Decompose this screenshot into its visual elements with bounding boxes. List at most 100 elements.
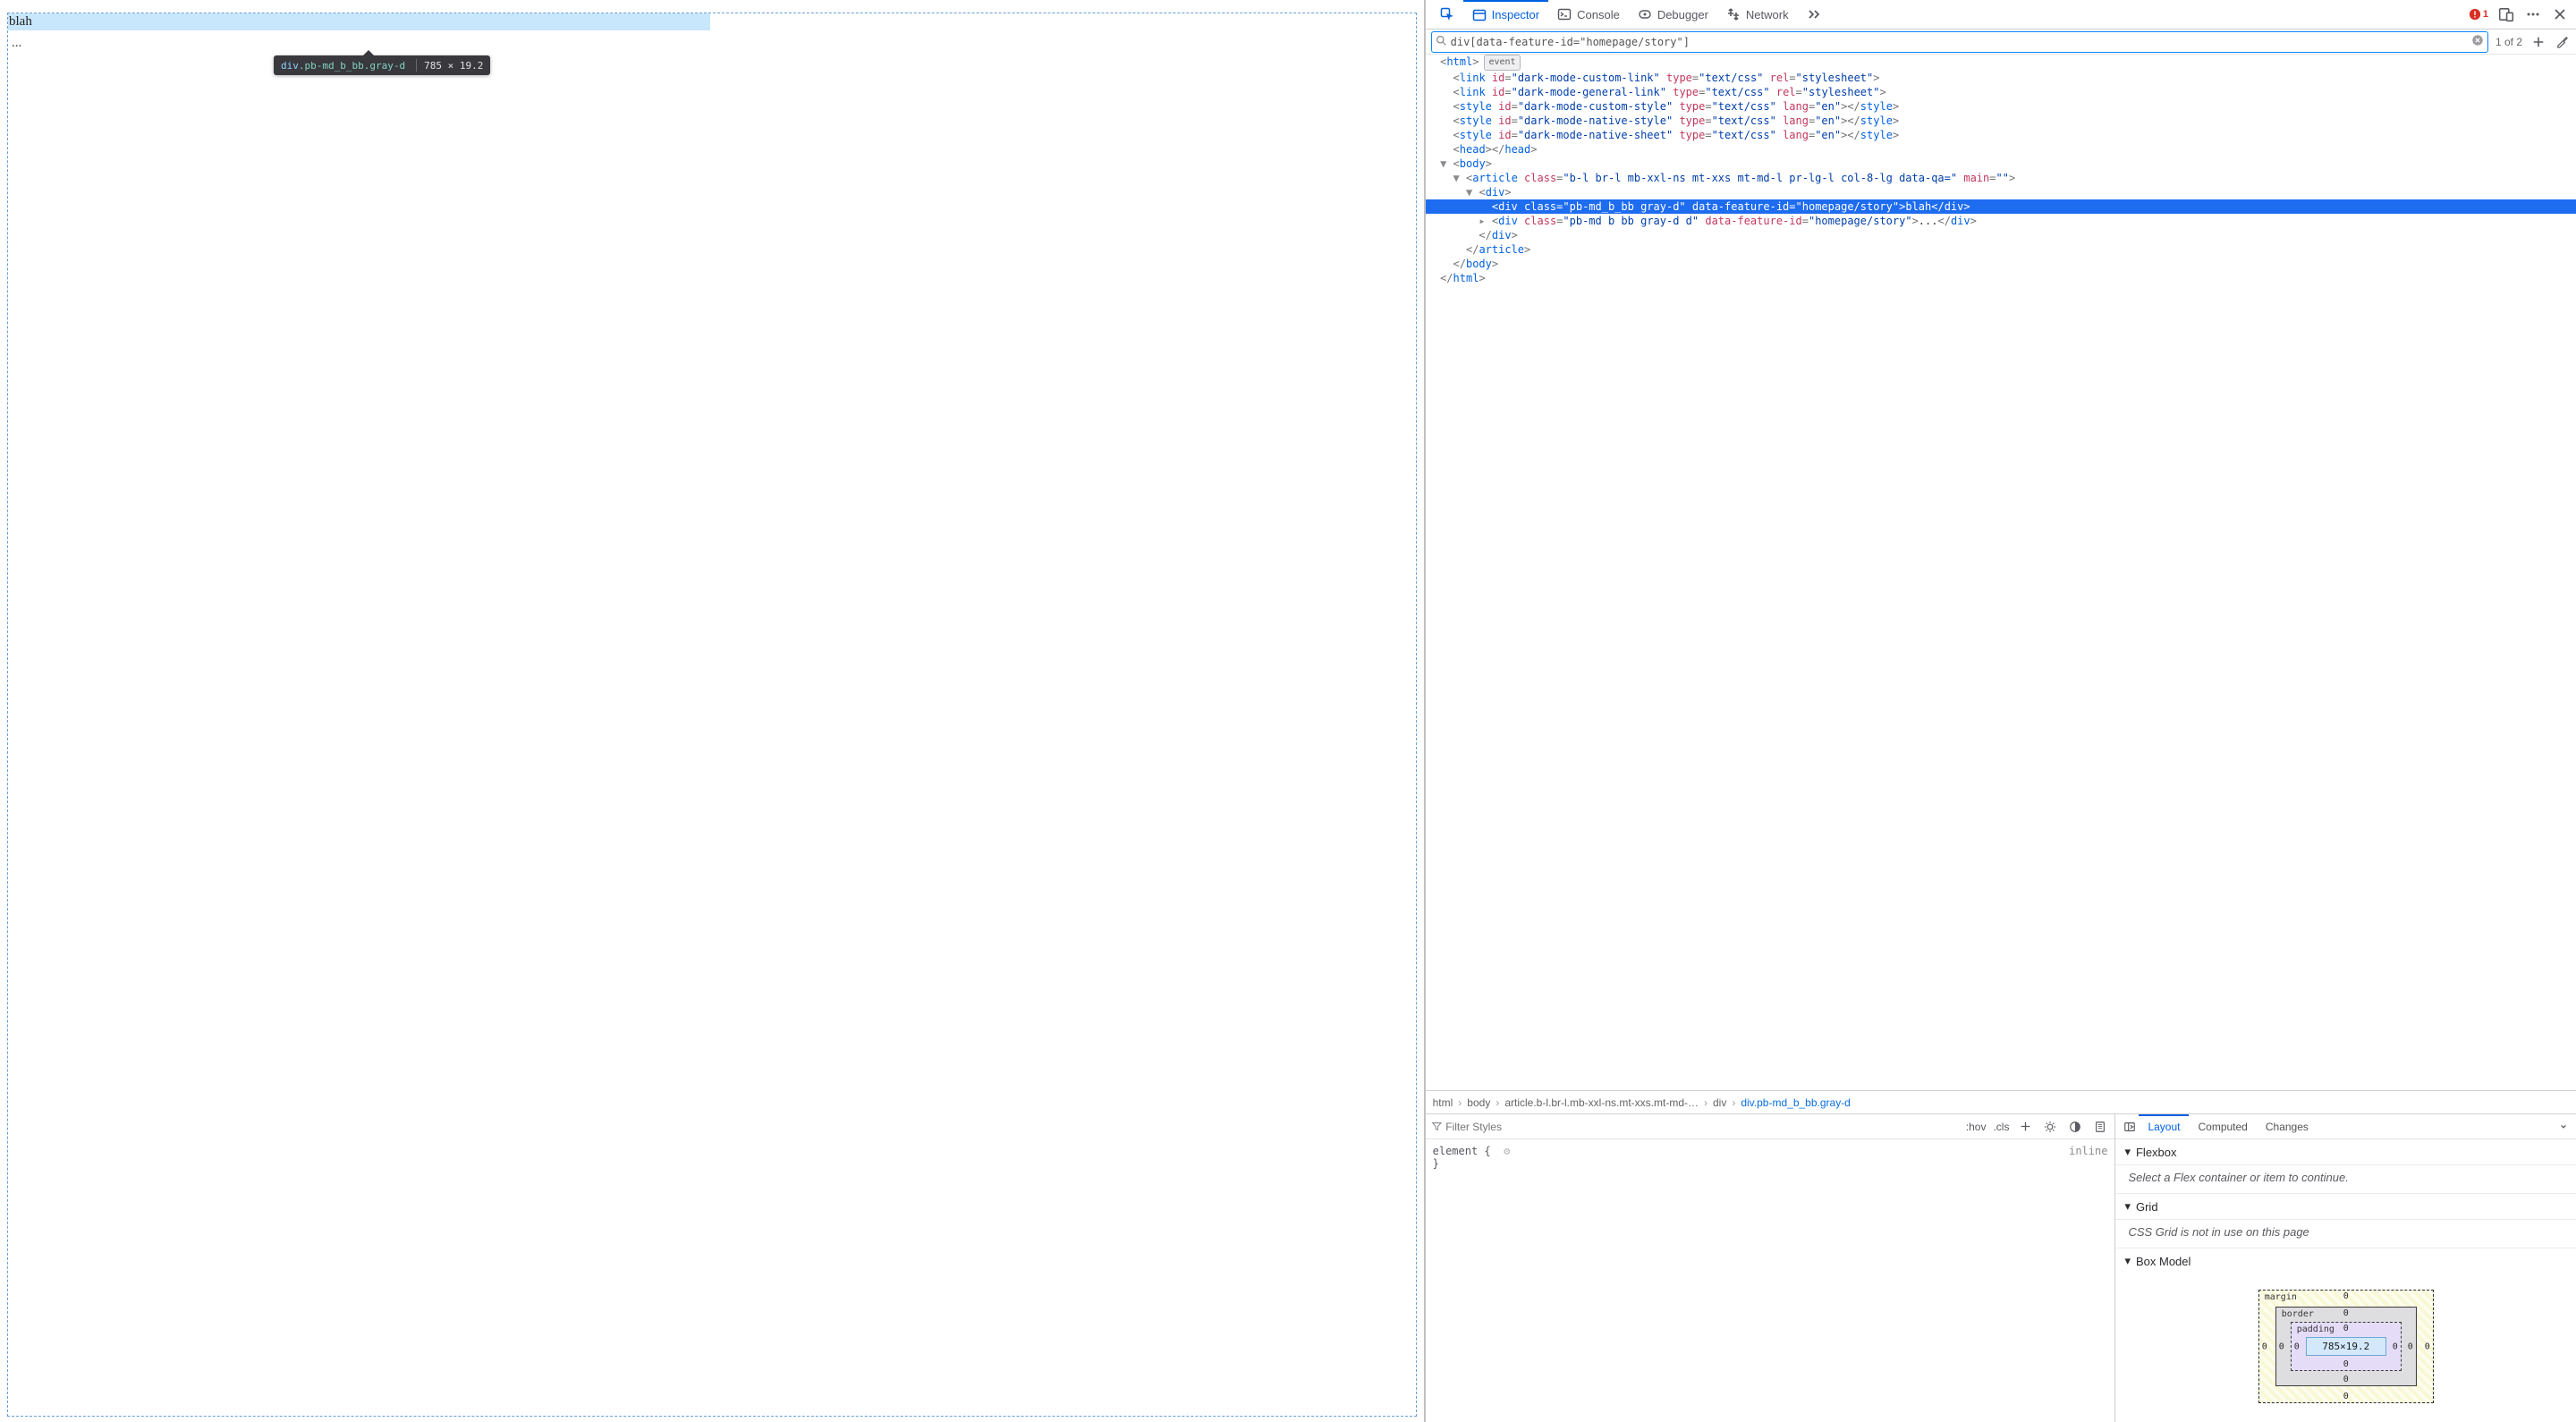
- caret-down-icon: ▾: [2124, 1199, 2131, 1214]
- dom-node-link[interactable]: <link id="dark-mode-general-link" type="…: [1426, 85, 2576, 99]
- dom-node-div[interactable]: ▼ <div>: [1426, 185, 2576, 199]
- chevron-right-icon: ›: [1732, 1096, 1735, 1109]
- layout-tab-changes[interactable]: Changes: [2257, 1114, 2318, 1138]
- new-rule-button[interactable]: [2016, 1118, 2034, 1136]
- crumb-selected[interactable]: div.pb-md_b_bb.gray-d: [1741, 1096, 1851, 1109]
- rules-filter-input[interactable]: [1445, 1121, 1959, 1133]
- section-grid-label: Grid: [2136, 1200, 2158, 1214]
- dom-node-style[interactable]: <style id="dark-mode-native-sheet" type=…: [1426, 128, 2576, 142]
- sibling-element-preview: ...: [12, 36, 21, 51]
- inspector-search-input[interactable]: [1451, 36, 2471, 48]
- tab-debugger-label: Debugger: [1657, 8, 1708, 21]
- margin-top-val[interactable]: 0: [2343, 1291, 2349, 1301]
- layout-tab-bar: Layout Computed Changes: [2115, 1114, 2576, 1139]
- box-model-border[interactable]: border 0 0 0 0 padding 0 0 0: [2275, 1307, 2417, 1386]
- twisty-icon[interactable]: ▼: [1453, 172, 1460, 184]
- margin-right-val[interactable]: 0: [2425, 1342, 2430, 1351]
- clear-search-button[interactable]: [2471, 34, 2484, 49]
- dom-node-style[interactable]: <style id="dark-mode-custom-style" type=…: [1426, 99, 2576, 114]
- box-model-margin[interactable]: margin 0 0 0 0 border 0 0 0 0: [2258, 1290, 2434, 1403]
- section-boxmodel-header[interactable]: ▾ Box Model: [2115, 1248, 2576, 1274]
- highlighted-element[interactable]: blah: [8, 13, 710, 30]
- print-sim-button[interactable]: [2091, 1118, 2109, 1136]
- rules-filter[interactable]: [1431, 1121, 1959, 1133]
- dom-node-style[interactable]: <style id="dark-mode-native-style" type=…: [1426, 114, 2576, 128]
- dom-node-body[interactable]: ▼ <body>: [1426, 157, 2576, 171]
- tooltip-classes: .pb-md_b_bb.gray-d: [299, 60, 405, 72]
- add-node-button[interactable]: [2529, 33, 2547, 51]
- dom-node-body-close[interactable]: </body>: [1426, 257, 2576, 271]
- twisty-icon[interactable]: ▼: [1440, 157, 1446, 170]
- sidebar-toggle-button[interactable]: [2121, 1118, 2139, 1136]
- crumb-article[interactable]: article.b-l.br-l.mb-xxl-ns.mt-xxs.mt-md-…: [1504, 1096, 1699, 1109]
- dom-node-article-close[interactable]: </article>: [1426, 242, 2576, 257]
- caret-down-icon: ▾: [2124, 1254, 2131, 1268]
- light-scheme-button[interactable]: [2041, 1118, 2059, 1136]
- border-right-val[interactable]: 0: [2408, 1342, 2413, 1351]
- chevron-right-icon: ›: [1458, 1096, 1462, 1109]
- dom-node-article[interactable]: ▼ <article class="b-l br-l mb-xxl-ns mt-…: [1426, 171, 2576, 185]
- hov-toggle[interactable]: :hov: [1966, 1121, 1987, 1133]
- network-icon: [1726, 7, 1741, 21]
- margin-bottom-val[interactable]: 0: [2343, 1392, 2349, 1401]
- dom-tree[interactable]: <html>event <link id="dark-mode-custom-l…: [1426, 55, 2576, 1090]
- padding-bottom-val[interactable]: 0: [2343, 1359, 2349, 1369]
- tab-console[interactable]: Console: [1548, 0, 1629, 29]
- error-count-badge[interactable]: 1: [2469, 7, 2488, 21]
- tab-inspector[interactable]: Inspector: [1463, 0, 1548, 29]
- tab-inspector-label: Inspector: [1492, 8, 1539, 21]
- dom-node-selected[interactable]: <div class="pb-md_b_bb gray-d" data-feat…: [1426, 199, 2576, 214]
- inline-rule[interactable]: element { ⚙ inline }: [1426, 1139, 2115, 1175]
- crumb-body[interactable]: body: [1467, 1096, 1490, 1109]
- padding-left-val[interactable]: 0: [2294, 1342, 2300, 1351]
- padding-top-val[interactable]: 0: [2343, 1324, 2349, 1333]
- section-flexbox-body: Select a Flex container or item to conti…: [2115, 1165, 2576, 1194]
- dark-scheme-button[interactable]: [2066, 1118, 2084, 1136]
- search-result-count: 1 of 2: [2494, 36, 2524, 48]
- caret-down-icon: ▾: [2124, 1145, 2131, 1159]
- error-count-value: 1: [2483, 9, 2488, 20]
- event-badge[interactable]: event: [1484, 55, 1520, 71]
- element-picker-button[interactable]: [1431, 0, 1463, 29]
- rule-source: inline: [2069, 1145, 2107, 1157]
- tooltip-dimensions: 785 × 19.2: [424, 60, 483, 72]
- close-devtools-button[interactable]: [2551, 5, 2569, 23]
- dom-node-html-close[interactable]: </html>: [1426, 271, 2576, 285]
- responsive-mode-button[interactable]: [2497, 5, 2515, 23]
- border-top-val[interactable]: 0: [2343, 1308, 2349, 1318]
- tab-debugger[interactable]: Debugger: [1629, 0, 1717, 29]
- inspector-search-box[interactable]: [1431, 31, 2488, 53]
- dom-node-html[interactable]: <html>event: [1426, 55, 2576, 71]
- twisty-icon[interactable]: ▼: [1466, 186, 1472, 199]
- crumb-div[interactable]: div: [1713, 1096, 1726, 1109]
- section-flexbox-header[interactable]: ▾ Flexbox: [2115, 1139, 2576, 1165]
- tab-network[interactable]: Network: [1717, 0, 1798, 29]
- margin-label: margin: [2265, 1292, 2297, 1302]
- border-bottom-val[interactable]: 0: [2343, 1375, 2349, 1384]
- tooltip-tagname: div: [281, 60, 299, 72]
- layout-overflow-button[interactable]: [2555, 1118, 2572, 1136]
- box-model-padding[interactable]: padding 0 0 0 0 785×19.2: [2291, 1322, 2402, 1371]
- border-left-val[interactable]: 0: [2279, 1342, 2284, 1351]
- kebab-menu-button[interactable]: [2524, 5, 2542, 23]
- margin-left-val[interactable]: 0: [2262, 1342, 2267, 1351]
- twisty-icon[interactable]: ▸: [1479, 215, 1485, 227]
- layout-tab-layout[interactable]: Layout: [2139, 1114, 2189, 1138]
- layout-tab-computed[interactable]: Computed: [2189, 1114, 2256, 1138]
- cls-toggle[interactable]: .cls: [1993, 1121, 2009, 1133]
- dom-node-div-sibling[interactable]: ▸ <div class="pb-md b bb gray-d d" data-…: [1426, 214, 2576, 228]
- funnel-icon: [1431, 1121, 1443, 1132]
- box-model-diagram: margin 0 0 0 0 border 0 0 0 0: [2115, 1274, 2576, 1416]
- tab-console-label: Console: [1577, 8, 1620, 21]
- tab-overflow[interactable]: [1798, 0, 1830, 29]
- dom-node-head[interactable]: <head></head>: [1426, 142, 2576, 157]
- eyedropper-button[interactable]: [2553, 33, 2571, 51]
- section-grid-body: CSS Grid is not in use on this page: [2115, 1220, 2576, 1248]
- dom-node-div-close[interactable]: </div>: [1426, 228, 2576, 242]
- rules-toolbar: :hov .cls: [1426, 1114, 2115, 1139]
- box-model-content[interactable]: 785×19.2: [2306, 1337, 2386, 1356]
- crumb-html[interactable]: html: [1433, 1096, 1453, 1109]
- padding-right-val[interactable]: 0: [2393, 1342, 2398, 1351]
- dom-node-link[interactable]: <link id="dark-mode-custom-link" type="t…: [1426, 71, 2576, 85]
- section-grid-header[interactable]: ▾ Grid: [2115, 1194, 2576, 1220]
